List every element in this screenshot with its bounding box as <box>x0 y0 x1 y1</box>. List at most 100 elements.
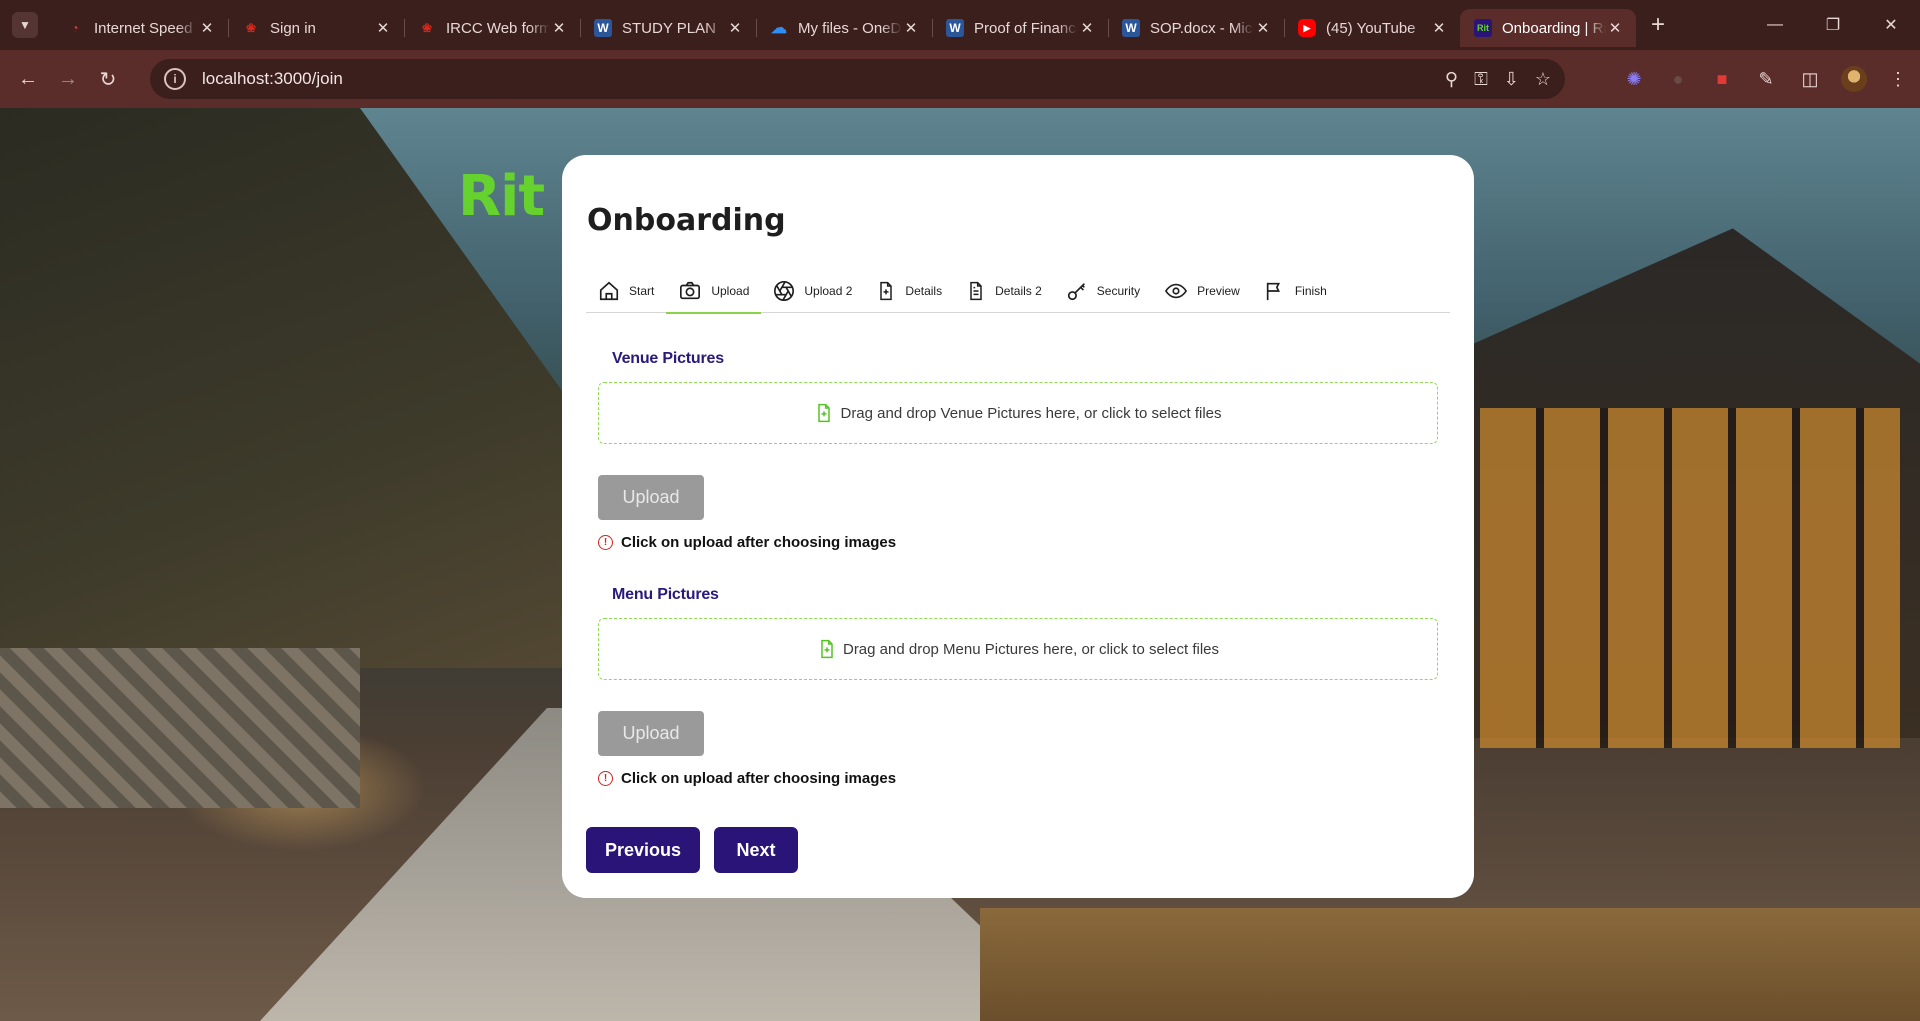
browser-tab[interactable]: ❀ Sign in ✕ <box>228 9 404 47</box>
tab-security[interactable]: Security <box>1054 269 1152 313</box>
step-label: Details <box>905 284 943 298</box>
browser-toolbar: ← → ↻ i localhost:3000/join ⚲ ⚿ ⇩ ☆ ✺ ● … <box>0 50 1920 108</box>
bookmark-star-icon[interactable]: ☆ <box>1535 69 1551 90</box>
address-bar[interactable]: i localhost:3000/join ⚲ ⚿ ⇩ ☆ <box>150 59 1565 99</box>
onboarding-card: Onboarding Start Upload Upload 2 Details… <box>562 155 1474 898</box>
browser-tab[interactable]: W SOP.docx - Microsoft Word ✕ <box>1108 9 1284 47</box>
tab-details-2[interactable]: Details 2 <box>954 269 1054 313</box>
step-label: Upload <box>711 284 750 298</box>
previous-button[interactable]: Previous <box>586 827 700 873</box>
plus-icon: + <box>1650 11 1665 38</box>
brand-logo[interactable]: Rit <box>458 164 545 229</box>
browser-tab[interactable]: W STUDY PLAN ✕ <box>580 9 756 47</box>
file-plus-icon <box>818 403 831 423</box>
location-pin-icon[interactable]: ⚲ <box>1445 69 1458 90</box>
tab-start[interactable]: Start <box>586 269 666 313</box>
tab-upload[interactable]: Upload <box>666 269 762 314</box>
close-icon[interactable]: ✕ <box>1078 19 1096 37</box>
file-plus-icon <box>821 639 833 659</box>
new-tab-button[interactable]: + <box>1640 7 1676 43</box>
close-icon[interactable]: ✕ <box>374 19 392 37</box>
dropzone-text: Drag and drop Venue Pictures here, or cl… <box>840 404 1222 422</box>
restore-icon[interactable]: ❐ <box>1804 0 1862 50</box>
close-window-icon[interactable]: ✕ <box>1862 0 1920 50</box>
extensions-puzzle-icon[interactable]: ✎ <box>1744 69 1788 90</box>
menu-pictures-label: Menu Pictures <box>612 586 719 603</box>
word-icon: W <box>946 19 964 37</box>
browser-tab[interactable]: ☁ My files - OneDrive ✕ <box>756 9 932 47</box>
tab-finish[interactable]: Finish <box>1252 269 1339 313</box>
arrow-right-icon: → <box>58 67 78 90</box>
step-label: Start <box>629 284 655 298</box>
stone-wall <box>0 648 360 808</box>
back-button[interactable]: ← <box>8 59 48 99</box>
close-icon[interactable]: ✕ <box>198 19 216 37</box>
lit-windows <box>1480 408 1900 748</box>
key-icon <box>1067 283 1085 301</box>
menu-upload-hint: ! Click on upload after choosing images <box>598 770 896 787</box>
side-panel-icon[interactable]: ◫ <box>1788 69 1832 90</box>
home-icon <box>599 281 619 301</box>
tab-upload-2[interactable]: Upload 2 <box>761 269 864 313</box>
speedometer-icon: ◔ <box>71 21 79 35</box>
hint-text: Click on upload after choosing images <box>621 534 897 551</box>
arrow-left-icon: ← <box>18 67 38 90</box>
file-plus-icon <box>880 281 893 301</box>
file-text-icon <box>970 281 982 301</box>
extension-sparkle-icon[interactable]: ✺ <box>1612 69 1656 90</box>
reload-button[interactable]: ↻ <box>88 59 128 99</box>
aperture-icon <box>774 281 795 301</box>
close-icon[interactable]: ✕ <box>1606 19 1624 37</box>
flag-icon <box>1266 282 1280 301</box>
tab-title: Proof of Finances <box>974 19 1078 37</box>
tab-title: IRCC Web form <box>446 19 550 37</box>
window-controls: — ❐ ✕ <box>1746 0 1920 50</box>
minimize-icon[interactable]: — <box>1746 0 1804 50</box>
browser-tab[interactable]: ◔ Internet Speed Test ✕ <box>52 9 228 47</box>
password-key-icon[interactable]: ⚿ <box>1474 69 1488 90</box>
browser-tab[interactable]: W Proof of Finances ✕ <box>932 9 1108 47</box>
menu-upload-button[interactable]: Upload <box>598 711 704 756</box>
forward-button[interactable]: → <box>48 59 88 99</box>
word-icon: W <box>594 19 612 37</box>
venue-pictures-label: Venue Pictures <box>612 350 724 367</box>
close-icon[interactable]: ✕ <box>902 19 920 37</box>
browser-tab[interactable]: ▶ (45) YouTube ✕ <box>1284 9 1460 47</box>
address-bar-actions: ⚲ ⚿ ⇩ ☆ <box>1445 59 1551 99</box>
alert-circle-icon: ! <box>598 771 613 786</box>
venue-upload-hint: ! Click on upload after choosing images <box>598 534 896 551</box>
step-label: Preview <box>1197 284 1240 298</box>
maple-leaf-icon: ❀ <box>421 21 433 35</box>
extension-dark-icon[interactable]: ● <box>1656 69 1700 90</box>
install-app-icon[interactable]: ⇩ <box>1504 69 1519 90</box>
eye-icon <box>1165 283 1188 299</box>
menu-dots-icon[interactable]: ⋮ <box>1876 69 1920 90</box>
venue-upload-button[interactable]: Upload <box>598 475 704 520</box>
step-label: Upload 2 <box>804 284 853 298</box>
browser-tab[interactable]: ❀ IRCC Web form ✕ <box>404 9 580 47</box>
tab-details[interactable]: Details <box>864 269 954 313</box>
close-icon[interactable]: ✕ <box>1430 19 1448 37</box>
menu-pictures-dropzone[interactable]: Drag and drop Menu Pictures here, or cli… <box>598 618 1438 680</box>
venue-pictures-dropzone[interactable]: Drag and drop Venue Pictures here, or cl… <box>598 382 1438 444</box>
tab-title: Sign in <box>270 19 316 37</box>
extension-red-icon[interactable]: ■ <box>1700 69 1744 90</box>
close-icon[interactable]: ✕ <box>726 19 744 37</box>
close-icon[interactable]: ✕ <box>550 19 568 37</box>
profile-avatar[interactable] <box>1832 66 1876 92</box>
tab-title: Internet Speed Test <box>94 19 198 37</box>
tab-title: SOP.docx - Microsoft Word <box>1150 19 1254 37</box>
close-icon[interactable]: ✕ <box>1254 19 1272 37</box>
tab-preview[interactable]: Preview <box>1152 269 1252 313</box>
step-label: Security <box>1096 284 1141 298</box>
tab-search-button[interactable]: ▼ <box>12 12 38 38</box>
site-info-icon[interactable]: i <box>164 68 186 90</box>
browser-tab-active[interactable]: Rit Onboarding | Rit ✕ <box>1460 9 1636 47</box>
youtube-icon: ▶ <box>1298 19 1316 37</box>
next-button[interactable]: Next <box>714 827 798 873</box>
tab-title: My files - OneDrive <box>798 19 902 37</box>
url-text[interactable]: localhost:3000/join <box>202 69 343 89</box>
dry-grass <box>980 908 1920 1021</box>
onedrive-icon: ☁ <box>771 20 787 37</box>
rit-logo-icon: Rit <box>1474 19 1492 37</box>
